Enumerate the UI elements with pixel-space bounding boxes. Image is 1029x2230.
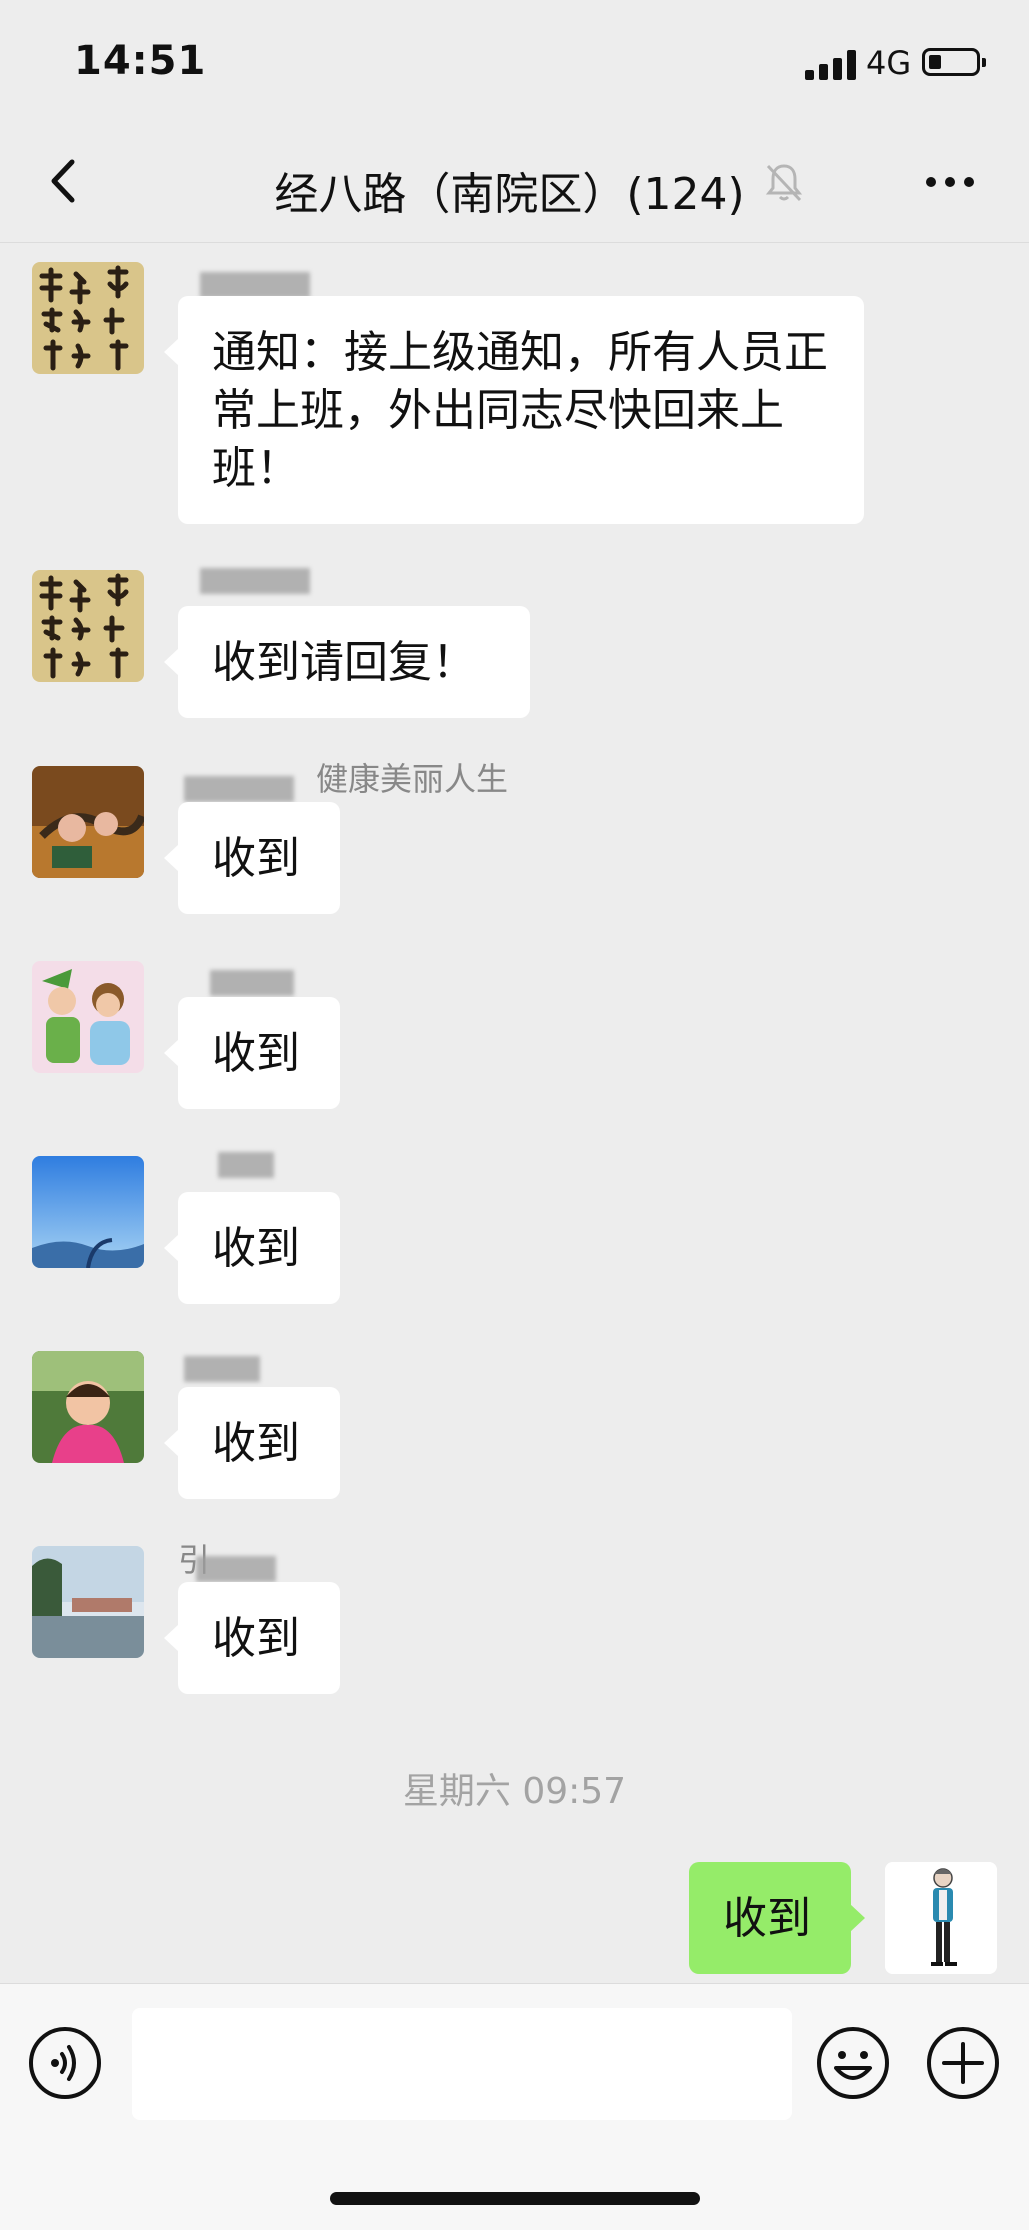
bell-off-icon — [765, 164, 803, 202]
message-bubble[interactable]: 收到 — [164, 802, 340, 914]
chat-title: 经八路（南院区）(124) — [274, 169, 745, 220]
status-bar: 14:51 4G — [0, 0, 1029, 120]
chat-title-wrap: 经八路（南院区）(124) — [0, 158, 1029, 222]
message-bubble[interactable]: 收到 — [164, 1582, 340, 1694]
avatar-lake-photo[interactable] — [32, 1546, 144, 1658]
battery-icon — [922, 48, 986, 76]
network-type: 4G — [866, 44, 912, 82]
my-avatar[interactable] — [885, 1862, 997, 1974]
message-bubble[interactable]: 收到请回复！ — [164, 606, 530, 718]
avatar-calligraphy[interactable] — [32, 262, 144, 374]
voice-icon[interactable] — [28, 2026, 102, 2100]
message-timestamp: 星期六 09:57 — [402, 1771, 627, 1812]
chat-header: 经八路（南院区）(124) — [0, 120, 1029, 243]
plus-icon[interactable] — [926, 2026, 1000, 2100]
avatar-sky[interactable] — [32, 1156, 144, 1268]
sender-name — [196, 1556, 276, 1582]
sender-name — [200, 272, 310, 298]
message-bubble[interactable]: 收到 — [164, 1192, 340, 1304]
avatar-cartoon[interactable] — [32, 961, 144, 1073]
message-bubble[interactable]: 通知：接上级通知，所有人员正常上班，外出同志尽快回来上班！ — [164, 296, 864, 524]
sender-name — [200, 568, 310, 594]
sender-note: 健康美丽人生 — [316, 760, 509, 798]
message-bubble[interactable]: 收到 — [164, 1387, 340, 1499]
avatar-photo[interactable] — [32, 766, 144, 878]
status-time: 14:51 — [74, 38, 207, 84]
my-message-bubble[interactable]: 收到 — [689, 1862, 865, 1974]
avatar-calligraphy[interactable] — [32, 570, 144, 682]
sender-name — [184, 776, 294, 802]
sender-name — [184, 1356, 260, 1382]
message-input[interactable] — [132, 2008, 792, 2120]
more-dots-icon[interactable] — [920, 170, 980, 194]
message-bubble[interactable]: 收到 — [164, 997, 340, 1109]
emoji-icon[interactable] — [816, 2026, 890, 2100]
avatar-child-photo[interactable] — [32, 1351, 144, 1463]
sender-name — [218, 1152, 274, 1178]
home-indicator — [330, 2192, 700, 2205]
signal-icon — [805, 50, 857, 80]
sender-name — [210, 970, 294, 996]
